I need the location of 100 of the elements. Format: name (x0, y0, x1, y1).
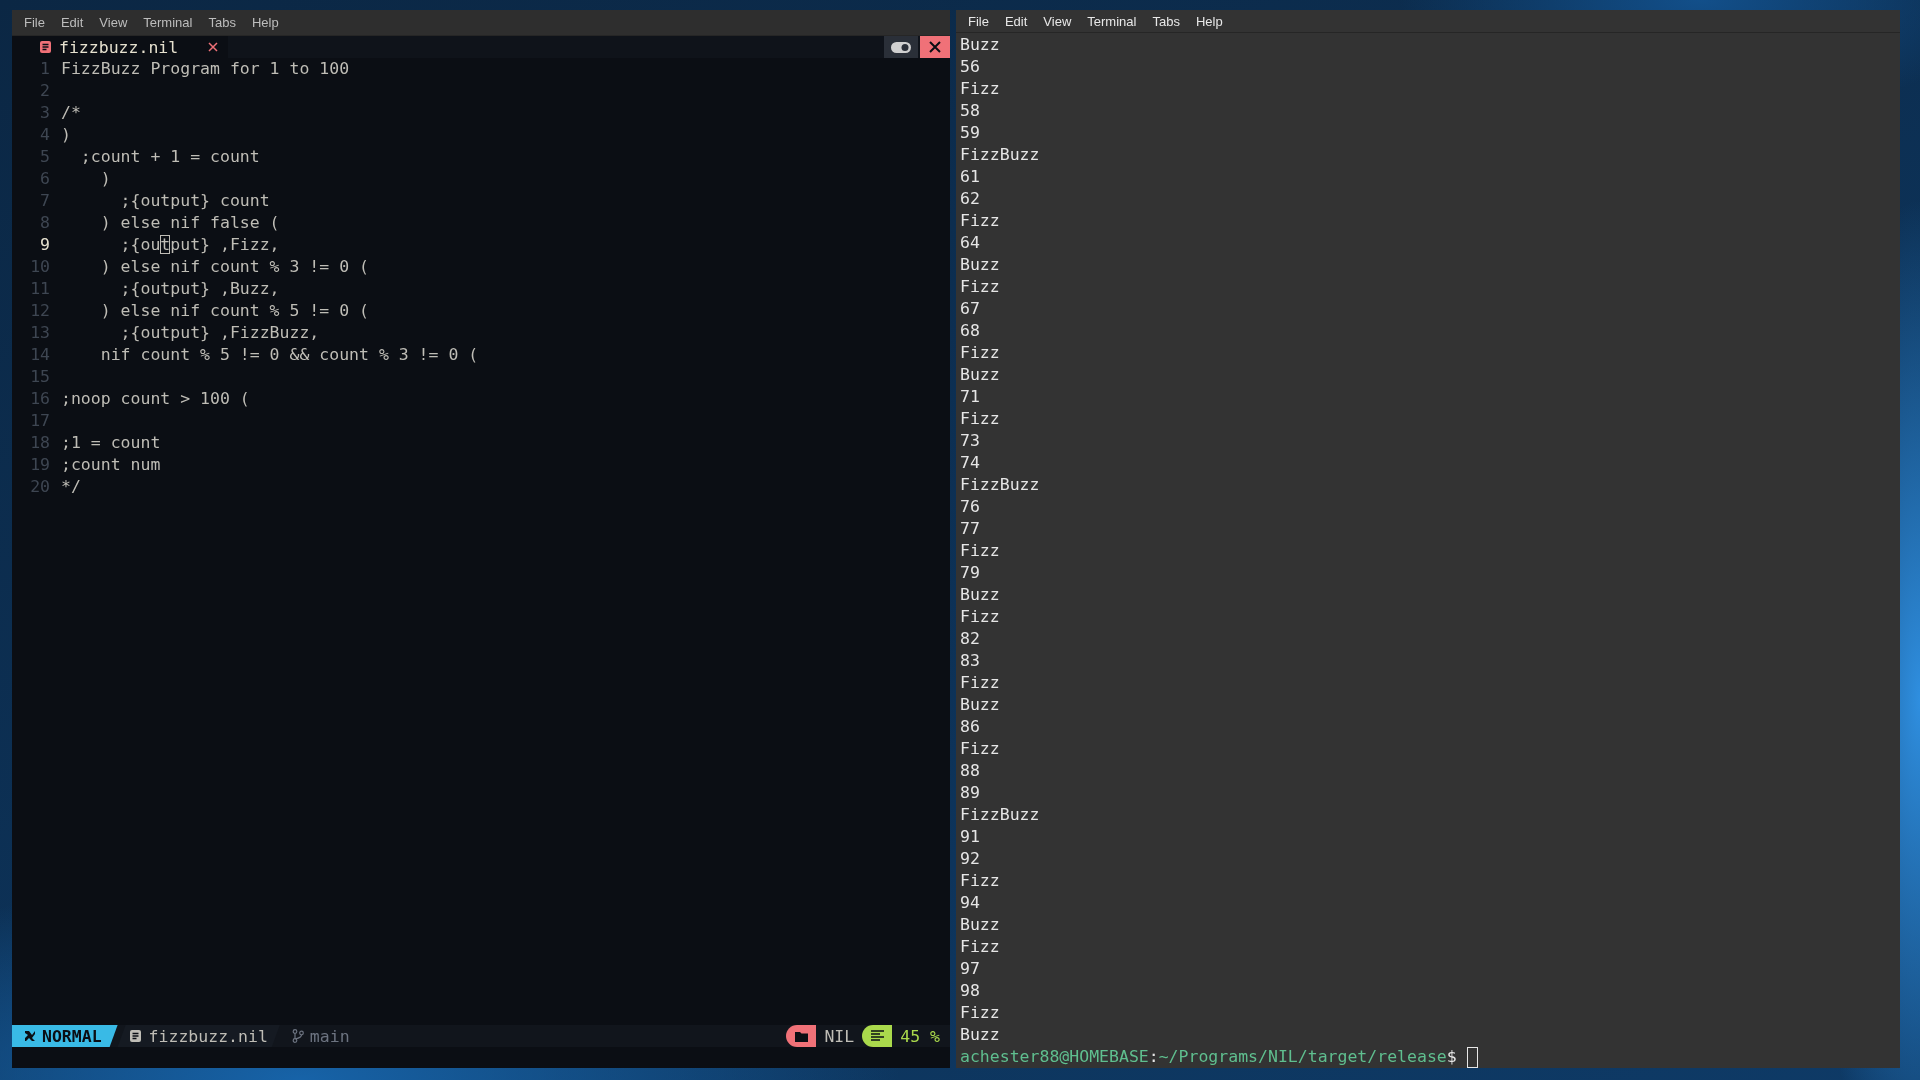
code-line: ;1 = count (61, 432, 161, 454)
output-line: Fizz (960, 211, 1000, 230)
output-line: Buzz (960, 695, 1000, 714)
output-line: 56 (960, 57, 980, 76)
output-line: 89 (960, 783, 980, 802)
output-line: 62 (960, 189, 980, 208)
line-number: 3 (39, 102, 51, 124)
output-line: Buzz (960, 585, 1000, 604)
output-line: 67 (960, 299, 980, 318)
line-number: 5 (39, 146, 51, 168)
output-line: 64 (960, 233, 980, 252)
close-icon[interactable] (208, 42, 219, 52)
line-number: 16 (29, 388, 51, 410)
code-line: FizzBuzz Program for 1 to 100 (61, 58, 350, 80)
code-line: ) else nif count % 5 != 0 ( (99, 300, 369, 322)
output-line: FizzBuzz (960, 475, 1040, 494)
menu-item[interactable]: Edit (52, 15, 92, 30)
output-line: FizzBuzz (960, 145, 1040, 164)
output-line: Buzz (960, 365, 1000, 384)
line-number: 11 (29, 278, 51, 300)
output-line: 92 (960, 849, 980, 868)
menu-item[interactable]: Terminal (135, 15, 201, 30)
line-number: 15 (29, 366, 51, 388)
output-line: Fizz (960, 343, 1000, 362)
output-line: 94 (960, 893, 980, 912)
line-number: 13 (29, 322, 51, 344)
code-line: */ (61, 476, 81, 498)
branch-icon (291, 1029, 304, 1043)
line-number: 2 (39, 80, 51, 102)
scroll-percent: 45 % (899, 1026, 941, 1046)
line-number: 7 (39, 190, 51, 212)
menu-item[interactable]: Tabs (1144, 13, 1188, 29)
output-line: Fizz (960, 673, 1000, 692)
output-line: 59 (960, 123, 980, 142)
output-line: Fizz (960, 871, 1000, 890)
line-number: 17 (29, 410, 51, 432)
output-line: Fizz (960, 739, 1000, 758)
output-line: 79 (960, 563, 980, 582)
output-line: 97 (960, 959, 980, 978)
menu-item[interactable]: File (960, 13, 997, 29)
output-line: 71 (960, 387, 980, 406)
menu-item[interactable]: View (91, 15, 136, 30)
toggle-icon (891, 41, 911, 53)
line-number: 6 (39, 168, 51, 190)
line-number: 18 (29, 432, 51, 454)
output-line: 91 (960, 827, 980, 846)
output-line: Fizz (960, 607, 1000, 626)
code-line: ;{output} ,FizzBuzz, (119, 322, 320, 344)
output-line: 68 (960, 321, 980, 340)
line-number: 4 (39, 124, 51, 146)
output-line: Buzz (960, 255, 1000, 274)
output-line: 98 (960, 981, 980, 1000)
output-line: Buzz (960, 1025, 1000, 1044)
output-line: Buzz (960, 915, 1000, 934)
output-line: 83 (960, 651, 980, 670)
line-number: 8 (39, 212, 51, 234)
output-line: Fizz (960, 409, 1000, 428)
filetype-label: NIL (823, 1026, 856, 1046)
output-line: 86 (960, 717, 980, 736)
file-segment: fizzbuzz.nil (117, 1025, 280, 1047)
menu-item[interactable]: Help (1187, 13, 1231, 29)
line-number: 19 (29, 454, 51, 476)
prompt-line: achester88@HOMEBASE:~/Programs/NIL/target/release$ (960, 1046, 1457, 1068)
cursor-block (1466, 1046, 1478, 1068)
output-line: Fizz (960, 1003, 1000, 1022)
code-line: /* (61, 102, 81, 124)
menu-item[interactable]: File (16, 15, 53, 30)
code-line: ) else nif false ( (99, 212, 280, 234)
branch-label: main (279, 1026, 362, 1046)
line-number: 12 (29, 300, 51, 322)
line-number: 10 (29, 256, 51, 278)
document-icon (40, 41, 51, 53)
output-line: 77 (960, 519, 980, 538)
menu-item[interactable]: Tabs (200, 15, 244, 30)
toggle-button[interactable] (884, 36, 918, 58)
menu-item[interactable]: View (1035, 13, 1080, 29)
output-line: Fizz (960, 277, 1000, 296)
menu-item[interactable]: Edit (996, 13, 1036, 29)
output-line: 58 (960, 101, 980, 120)
editor-tab[interactable]: fizzbuzz.nil (12, 36, 229, 58)
close-button[interactable] (920, 36, 950, 58)
menu-item[interactable]: Help (243, 15, 287, 30)
output-line: Fizz (960, 79, 1000, 98)
document-icon (129, 1030, 141, 1042)
output-line: Fizz (960, 937, 1000, 956)
output-line: 74 (960, 453, 980, 472)
close-icon (929, 41, 941, 53)
code-line: ;{output} ,Fizz, (119, 234, 280, 256)
output-line: 73 (960, 431, 980, 450)
line-number: 20 (29, 476, 51, 498)
code-line: nif count % 5 != 0 && count % 3 != 0 ( (99, 344, 479, 366)
mode-indicator: NORMAL (12, 1025, 118, 1047)
output-line: Fizz (960, 541, 1000, 560)
output-line: 82 (960, 629, 980, 648)
code-line: ) else nif count % 3 != 0 ( (99, 256, 369, 278)
output-line: 61 (960, 167, 980, 186)
code-line: ;noop count > 100 ( (61, 388, 250, 410)
menu-item[interactable]: Terminal (1079, 13, 1145, 29)
output-line: Buzz (960, 35, 1000, 54)
code-line: ;{output} ,Buzz, (119, 278, 280, 300)
